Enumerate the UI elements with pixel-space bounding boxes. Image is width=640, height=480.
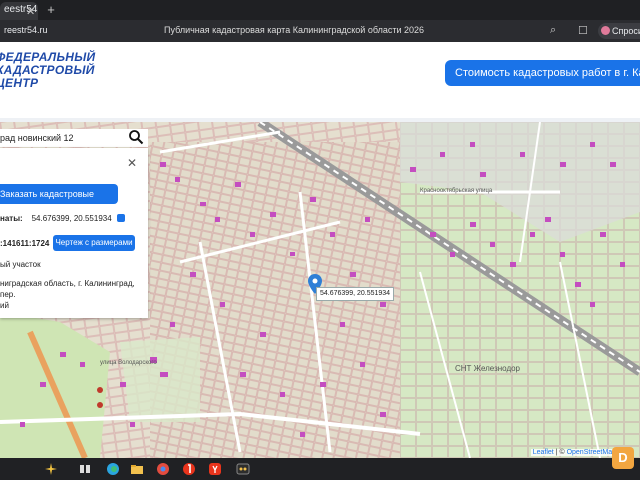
bookmark-icon[interactable]: ☐ [578,24,588,37]
object-type: ый участок [0,260,41,269]
sparkle-icon[interactable] [44,462,58,476]
area-label: СНТ Железнодор [455,364,521,373]
cadastral-number: :141611:1724 [0,239,50,248]
parcel-info-panel: ✕ Заказать кадастровые работы наты: 54.6… [0,148,148,318]
map-attribution: Leaflet | © OpenStreetMap [530,449,618,456]
osm-link[interactable]: OpenStreetMap [567,449,616,456]
chrome-icon[interactable] [156,462,170,476]
ask-button[interactable]: Спросить [598,23,640,39]
browser-tabbar: eestr54.ru ✕ + [0,0,640,20]
coordinates-label: наты: [0,214,23,223]
close-icon[interactable]: ✕ [127,156,137,170]
coordinates-tooltip: 54.676399, 20.551934 [316,287,395,301]
app-icon[interactable] [236,462,250,476]
page-title: Публичная кадастровая карта Калининградс… [164,25,424,35]
new-tab-button[interactable]: + [44,3,58,17]
address-line: ий [0,301,9,310]
search-icon[interactable]: ⌕ [550,24,556,37]
address-line: ниградская область, г. Калининград, пер. [0,279,135,299]
street-label: улица Володарского [100,360,157,366]
cta-button[interactable]: Стоимость кадастровых работ в г. Кали [445,60,640,86]
task-view-icon[interactable] [78,462,92,476]
copy-icon[interactable] [116,214,125,222]
address-bar: reestr54.ru Публичная кадастровая карта … [0,20,640,42]
leaflet-link[interactable]: Leaflet [533,449,554,456]
street-label: Краснооктябрьская улица [420,188,493,194]
yandex-icon[interactable] [182,462,196,476]
edge-icon[interactable] [106,462,120,476]
ask-label: Спросить [612,26,640,36]
search-icon[interactable] [128,129,144,145]
folder-icon[interactable] [130,462,144,476]
drawing-with-dimensions-button[interactable]: Чертеж с размерами [53,235,135,251]
profile-icon [601,26,610,35]
order-cadastral-works-button[interactable]: Заказать кадастровые работы [0,184,118,219]
coordinates-value: 54.676399, 20.551934 [31,214,112,223]
parcel-address: ниградская область, г. Калининград, пер.… [0,278,140,311]
browser-tab[interactable]: eestr54.ru ✕ [0,2,38,20]
url-field[interactable]: reestr54.ru [4,25,48,35]
close-icon[interactable]: ✕ [26,4,35,20]
search-input[interactable]: рад новинский 12 [0,129,148,147]
corner-widget-icon[interactable]: D [612,447,634,469]
coordinates-row: наты: 54.676399, 20.551934 [0,214,125,223]
attribution-separator: | © [553,449,567,456]
yandex-browser-icon[interactable] [208,462,222,476]
site-header: ФЕДЕРАЛЬНЫЙ КАДАСТРОВЫЙ ЦЕНТР Стоимость … [0,42,640,122]
site-logo[interactable]: ФЕДЕРАЛЬНЫЙ КАДАСТРОВЫЙ ЦЕНТР [0,51,106,90]
taskbar [0,458,640,480]
